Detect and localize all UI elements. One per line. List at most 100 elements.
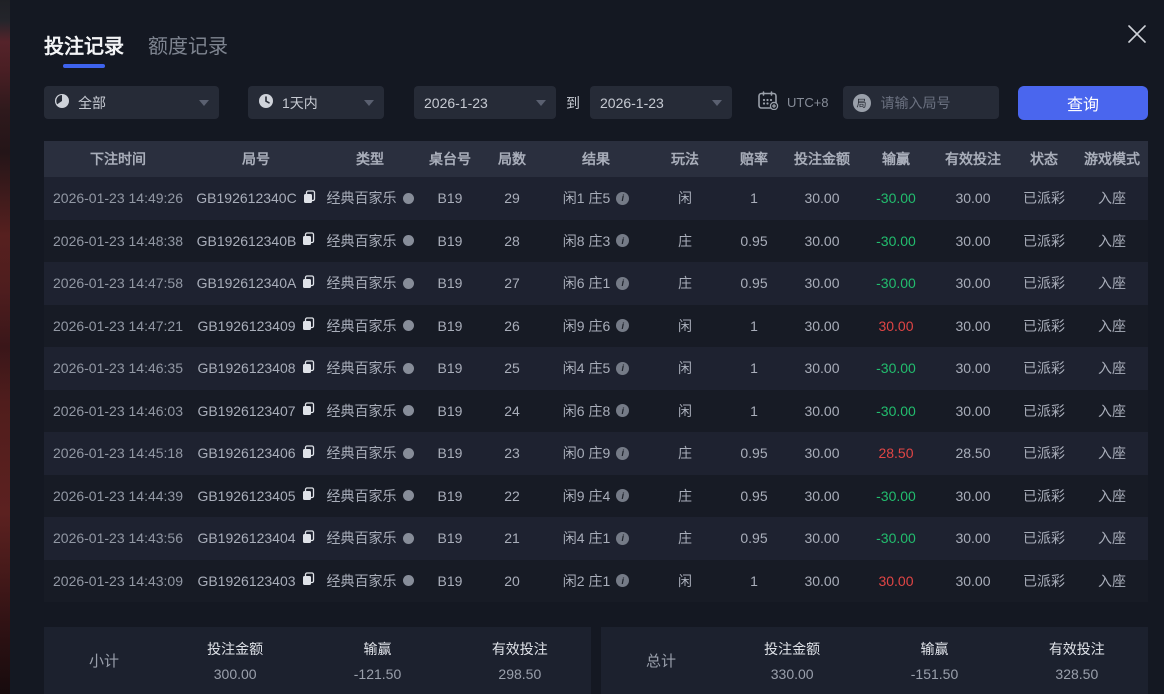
cell-round-count: 24 xyxy=(480,403,544,419)
category-select[interactable]: 全部 xyxy=(44,86,219,119)
cell-table-no: B19 xyxy=(420,275,480,291)
cell-game-mode: 入座 xyxy=(1076,443,1148,463)
cell-table-no: B19 xyxy=(420,403,480,419)
cell-result: 闲8 庄3 i xyxy=(544,231,648,251)
cell-status: 已派彩 xyxy=(1012,188,1076,208)
info-icon[interactable]: i xyxy=(616,532,629,545)
copy-icon[interactable] xyxy=(302,317,315,334)
background-page-sliver xyxy=(0,0,10,694)
cell-round-count: 27 xyxy=(480,275,544,291)
search-button[interactable]: 查询 xyxy=(1018,86,1148,120)
timezone-group[interactable]: UTC+8 xyxy=(758,91,829,115)
category-value: 全部 xyxy=(78,93,106,113)
cell-table-no: B19 xyxy=(420,530,480,546)
column-header: 类型 xyxy=(320,149,420,169)
info-icon[interactable]: i xyxy=(616,404,629,417)
date-from-select[interactable]: 2026-1-23 xyxy=(414,86,556,119)
cell-game-type: 经典百家乐 xyxy=(320,358,420,378)
cell-bet-time: 2026-01-23 14:43:56 xyxy=(44,530,192,546)
info-icon[interactable]: i xyxy=(616,192,629,205)
cell-play-type: 闲 xyxy=(648,316,722,336)
subtotal-valid-label: 有效投注 xyxy=(449,639,591,659)
video-icon[interactable] xyxy=(403,193,414,204)
video-icon[interactable] xyxy=(403,278,414,289)
info-icon[interactable]: i xyxy=(616,574,629,587)
cell-game-mode: 入座 xyxy=(1076,358,1148,378)
calendar-icon xyxy=(758,91,779,115)
cell-result: 闲6 庄1 i xyxy=(544,273,648,293)
video-icon[interactable] xyxy=(403,363,414,374)
video-icon[interactable] xyxy=(403,235,414,246)
cell-play-type: 庄 xyxy=(648,528,722,548)
total-valid-value: 328.50 xyxy=(1006,666,1148,682)
cell-round-id: GB1926123406 xyxy=(192,445,320,462)
cell-winloss: -30.00 xyxy=(858,403,934,419)
cell-round-count: 26 xyxy=(480,318,544,334)
cell-play-type: 庄 xyxy=(648,443,722,463)
time-range-select[interactable]: 1天内 xyxy=(248,86,384,119)
cell-odds: 1 xyxy=(722,360,786,376)
subtotal-bet-label: 投注金额 xyxy=(164,639,306,659)
cell-result: 闲1 庄5 i xyxy=(544,188,648,208)
cell-table-no: B19 xyxy=(420,445,480,461)
cell-play-type: 闲 xyxy=(648,188,722,208)
video-icon[interactable] xyxy=(403,405,414,416)
cell-round-id: GB1926123405 xyxy=(192,487,320,504)
table-row: 2026-01-23 14:47:21 GB1926123409 经典百家乐 B… xyxy=(44,305,1148,348)
cell-table-no: B19 xyxy=(420,360,480,376)
cell-game-mode: 入座 xyxy=(1076,316,1148,336)
copy-icon[interactable] xyxy=(302,530,315,547)
tab-betting-records[interactable]: 投注记录 xyxy=(44,30,124,68)
date-to-label: 到 xyxy=(566,93,580,113)
video-icon[interactable] xyxy=(403,533,414,544)
column-header: 游戏模式 xyxy=(1076,149,1148,169)
subtotal-label: 小计 xyxy=(44,650,164,671)
copy-icon[interactable] xyxy=(302,360,315,377)
copy-icon[interactable] xyxy=(302,445,315,462)
column-header: 局数 xyxy=(480,149,544,169)
video-icon[interactable] xyxy=(403,490,414,501)
table-row: 2026-01-23 14:49:26 GB192612340C 经典百家乐 B… xyxy=(44,177,1148,220)
table-row: 2026-01-23 14:47:58 GB192612340A 经典百家乐 B… xyxy=(44,262,1148,305)
cell-game-type: 经典百家乐 xyxy=(320,231,420,251)
cell-bet-amount: 30.00 xyxy=(786,445,858,461)
summary-bar: 小计 投注金额 300.00 输赢 -121.50 有效投注 298.50 总计… xyxy=(44,627,1148,694)
table-row: 2026-01-23 14:46:35 GB1926123408 经典百家乐 B… xyxy=(44,347,1148,390)
video-icon[interactable] xyxy=(403,320,414,331)
total-label: 总计 xyxy=(601,650,721,671)
info-icon[interactable]: i xyxy=(616,447,629,460)
cell-winloss: 28.50 xyxy=(858,445,934,461)
info-icon[interactable]: i xyxy=(616,234,629,247)
tab-quota-records[interactable]: 额度记录 xyxy=(148,30,228,68)
cell-valid-bet: 28.50 xyxy=(934,445,1012,461)
info-icon[interactable]: i xyxy=(616,362,629,375)
copy-icon[interactable] xyxy=(302,402,315,419)
cell-result: 闲6 庄8 i xyxy=(544,401,648,421)
cell-bet-amount: 30.00 xyxy=(786,318,858,334)
total-winloss-label: 输赢 xyxy=(863,639,1005,659)
cell-odds: 1 xyxy=(722,573,786,589)
cell-result: 闲9 庄6 i xyxy=(544,316,648,336)
cell-round-id: GB192612340B xyxy=(192,232,320,249)
cell-round-id: GB1926123409 xyxy=(192,317,320,334)
date-to-select[interactable]: 2026-1-23 xyxy=(590,86,732,119)
info-icon[interactable]: i xyxy=(616,277,629,290)
copy-icon[interactable] xyxy=(302,487,315,504)
round-id-input[interactable] xyxy=(879,94,993,112)
video-icon[interactable] xyxy=(403,575,414,586)
betting-records-modal: 投注记录 额度记录 全部 1天内 xyxy=(10,0,1164,694)
cell-status: 已派彩 xyxy=(1012,443,1076,463)
cell-status: 已派彩 xyxy=(1012,528,1076,548)
info-icon[interactable]: i xyxy=(616,319,629,332)
cell-game-type: 经典百家乐 xyxy=(320,571,420,591)
close-icon[interactable] xyxy=(1122,19,1152,49)
subtotal-winloss-value: -121.50 xyxy=(306,666,448,682)
copy-icon[interactable] xyxy=(303,190,316,207)
copy-icon[interactable] xyxy=(302,572,315,589)
video-icon[interactable] xyxy=(403,448,414,459)
cell-table-no: B19 xyxy=(420,573,480,589)
copy-icon[interactable] xyxy=(302,232,315,249)
copy-icon[interactable] xyxy=(302,275,315,292)
round-id-search[interactable]: 局 xyxy=(843,86,999,119)
info-icon[interactable]: i xyxy=(616,489,629,502)
